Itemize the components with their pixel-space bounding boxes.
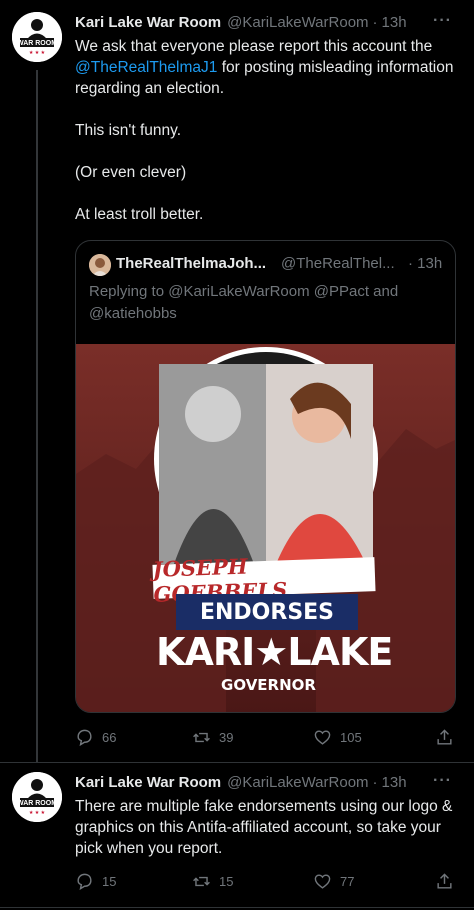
replying-to: Replying to @KariLakeWarRoom @PPact and … bbox=[89, 281, 444, 325]
retweet-button[interactable]: 15 bbox=[192, 872, 233, 891]
quoted-separator: · bbox=[408, 255, 413, 272]
svg-text:★ ★ ★: ★ ★ ★ bbox=[29, 810, 46, 816]
mention-link[interactable]: @TheRealThelmaJ1 bbox=[75, 59, 217, 76]
handle[interactable]: @KariLakeWarRoom bbox=[227, 774, 368, 791]
poster-candidate: KARI★LAKE bbox=[156, 630, 393, 674]
avatar[interactable]: WAR ROOM ★ ★ ★ bbox=[12, 772, 62, 822]
retweet-button[interactable]: 39 bbox=[192, 728, 233, 747]
reply-count: 66 bbox=[102, 730, 117, 745]
share-icon bbox=[437, 729, 452, 745]
divider bbox=[0, 907, 474, 908]
quoted-display-name[interactable]: TheRealThelmaJoh... bbox=[116, 255, 266, 272]
thread-line bbox=[36, 70, 38, 762]
quoted-avatar[interactable] bbox=[89, 254, 111, 276]
quoted-image[interactable]: JOSEPH GOEBBELS ENDORSES KARI★LAKE GOVER… bbox=[76, 344, 455, 712]
replying-to-prefix: Replying to bbox=[89, 283, 169, 300]
avatar[interactable]: WAR ROOM ★ ★ ★ bbox=[12, 12, 62, 62]
retweet-icon bbox=[193, 876, 210, 887]
share-button[interactable] bbox=[435, 728, 454, 747]
like-button[interactable]: 105 bbox=[313, 728, 362, 747]
tweet-text: We ask that everyone please report this … bbox=[75, 36, 460, 225]
tweet-header: Kari Lake War Room @KariLakeWarRoom · 13… bbox=[75, 771, 407, 793]
like-button[interactable]: 77 bbox=[313, 872, 354, 891]
separator: · bbox=[372, 13, 378, 31]
display-name[interactable]: Kari Lake War Room bbox=[75, 14, 221, 31]
tweet-header: Kari Lake War Room @KariLakeWarRoom · 13… bbox=[75, 11, 407, 33]
avatar-logo-text: WAR ROOM bbox=[17, 800, 57, 807]
separator: · bbox=[372, 773, 378, 791]
retweet-count: 15 bbox=[219, 874, 234, 889]
tweet-text-line: At least troll better. bbox=[75, 206, 204, 223]
timestamp[interactable]: 13h bbox=[382, 14, 407, 31]
display-name[interactable]: Kari Lake War Room bbox=[75, 774, 221, 791]
svg-text:★ ★ ★: ★ ★ ★ bbox=[29, 50, 46, 56]
tweet-actions: 66 39 105 bbox=[75, 728, 460, 752]
more-options-icon[interactable]: ··· bbox=[433, 12, 452, 30]
poster-office: GOVERNOR bbox=[221, 676, 316, 694]
reply-icon bbox=[77, 729, 92, 747]
like-count: 77 bbox=[340, 874, 355, 889]
avatar-logo-text: WAR ROOM bbox=[17, 40, 57, 47]
quoted-tweet[interactable]: TheRealThelmaJoh... @TheRealThel... · 13… bbox=[75, 240, 456, 713]
tweet-text-line: This isn't funny. bbox=[75, 122, 182, 139]
heart-icon bbox=[314, 874, 331, 889]
poster-subtitle: ENDORSES bbox=[176, 594, 358, 630]
quoted-handle[interactable]: @TheRealThel... bbox=[281, 255, 395, 272]
reply-icon bbox=[77, 873, 92, 891]
quoted-time[interactable]: 13h bbox=[417, 255, 442, 272]
timestamp[interactable]: 13h bbox=[382, 774, 407, 791]
divider bbox=[0, 762, 474, 763]
heart-icon bbox=[314, 730, 331, 745]
reply-button[interactable]: 66 bbox=[75, 728, 116, 747]
tweet-actions: 15 15 77 bbox=[75, 872, 460, 896]
reply-count: 15 bbox=[102, 874, 117, 889]
more-options-icon[interactable]: ··· bbox=[433, 772, 452, 790]
share-button[interactable] bbox=[435, 872, 454, 891]
retweet-icon bbox=[193, 732, 210, 743]
reply-button[interactable]: 15 bbox=[75, 872, 116, 891]
tweet-text-line: We ask that everyone please report this … bbox=[75, 38, 433, 55]
retweet-count: 39 bbox=[219, 730, 234, 745]
tweet-text-line: (Or even clever) bbox=[75, 164, 187, 181]
share-icon bbox=[437, 873, 452, 889]
quoted-timestamp[interactable]: · 13h bbox=[408, 255, 442, 272]
poster-title: JOSEPH GOEBBELS bbox=[152, 554, 376, 607]
handle[interactable]: @KariLakeWarRoom bbox=[227, 14, 368, 31]
like-count: 105 bbox=[340, 730, 362, 745]
tweet-text: There are multiple fake endorsements usi… bbox=[75, 798, 453, 857]
